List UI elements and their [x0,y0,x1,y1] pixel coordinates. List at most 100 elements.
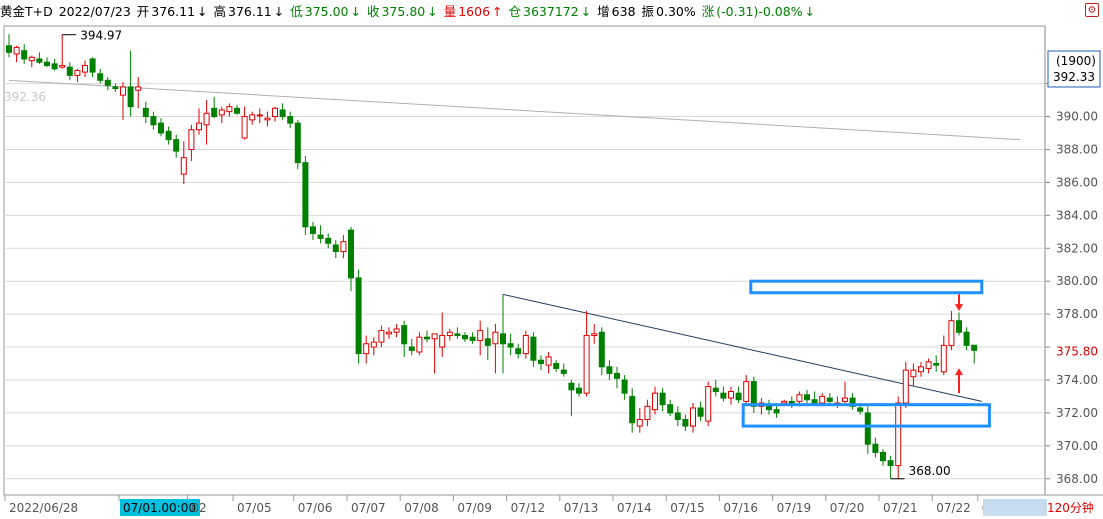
time-axis: 2022/06/28 07/01.00:0002 07/05 07/06 07/07 07… [4,494,1103,516]
candle-body [135,86,142,91]
candle-body [515,348,522,355]
candle-body [545,356,552,366]
candle-body [150,116,157,126]
x-tick-label: 07/07 [351,501,386,515]
candle-body [28,56,35,62]
x-tick-label: 07/16 [723,501,758,515]
candlestick-chart[interactable]: 368.00 370.00 372.00 374.00 378.00 380.00 382.… [0,0,1103,519]
candle-body [583,335,590,394]
candle-body [887,460,894,467]
candle-body [735,392,742,401]
candle-body [576,387,582,394]
amplitude-label: 振 [641,4,655,19]
y-tick-label: 372.00 [1056,406,1098,420]
candle-body [317,234,324,239]
change-arrow: ↓ [804,4,816,19]
candle-body [13,46,20,55]
min-price-label: 368.00 [909,464,951,478]
close-label: 收 [366,4,380,19]
candle-body [74,69,81,76]
settings-icon[interactable]: ⚙ [1085,3,1099,17]
candle-body [188,129,195,150]
candle-body [462,335,468,340]
candle-body [226,106,233,113]
y-tick-label: 386.00 [1056,175,1098,189]
candle-body [492,331,499,345]
candle-body [538,359,544,365]
candle-body [287,116,294,124]
candle-body [104,79,111,86]
candle-body [743,381,750,402]
candle-body [933,363,940,366]
candle-body [142,107,149,118]
candle-body [652,392,658,411]
open-label: 开 [136,4,150,19]
candle-body [66,66,73,76]
volume-value: 1606 [458,4,491,19]
candle-body [614,372,620,379]
candle-body [864,412,871,445]
candle-body [401,325,408,345]
candle-body [500,333,506,345]
candle-body [621,379,628,394]
candle-body [234,107,240,114]
candle-body [530,336,537,361]
y-tick-label: 382.00 [1056,241,1098,255]
candle-body [773,409,780,414]
candle-body [553,363,560,369]
candle-body [712,387,719,393]
candle-body [591,333,598,337]
candle-body [158,122,164,134]
candle-body [636,418,643,427]
candle-body [697,407,704,417]
candle-body [431,333,438,340]
high-label: 高 [213,4,227,19]
candle-body [674,412,681,420]
close-arrow: ↓ [427,4,438,19]
zone-box [749,279,984,295]
candle-body [484,338,491,346]
candle-body [781,400,788,404]
open-interest-label: 仓 [508,4,522,19]
candle-body [507,343,514,348]
arrow-up-icon [955,368,963,376]
volume-label: 量 [443,4,457,19]
candle-body [408,346,415,351]
candle-body [644,405,651,420]
candle-body [393,328,400,333]
top-box-price: 392.33 [1053,70,1095,84]
candle-body [902,369,909,404]
candle-body [36,58,43,63]
x-tick-label: 07/15 [670,501,705,515]
candle-body [44,61,50,67]
x-tick-label: 02 [191,501,206,515]
candle-body [880,451,886,462]
candle-body [310,226,316,234]
candle-body [454,333,461,337]
low-value: 375.00 [304,4,349,19]
x-tick-label: 07/08 [404,501,439,515]
candle-body [925,361,932,369]
amplitude-value: 0.30% [656,4,696,19]
high-arrow: ↓ [273,4,285,19]
candle-body [279,109,286,118]
candle-body [750,381,757,407]
candle-body [120,86,126,96]
increase-label: 增 [597,4,610,19]
increase-value: 638 [611,4,636,19]
candle-body [811,399,818,404]
candle-body [241,116,248,139]
volume-arrow: ↑ [492,4,503,19]
annotation-boxes [741,279,991,428]
candle-body [302,162,309,228]
x-tick-label: 07/21 [883,501,918,515]
candle-body [424,336,430,340]
low-label: 低 [290,4,303,19]
candle-body [348,229,354,279]
candle-body [629,395,636,424]
candle-body [416,336,423,353]
candle-body [180,157,187,175]
open-interest-value: 3637172 [523,4,579,19]
candle-body [826,397,833,402]
candle-body [378,330,385,343]
